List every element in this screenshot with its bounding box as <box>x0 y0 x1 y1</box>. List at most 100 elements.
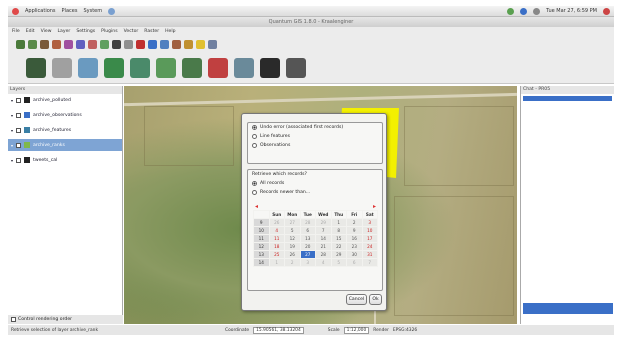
layer-item[interactable]: ▾ archive_polluted <box>8 94 122 106</box>
expand-icon[interactable]: ▾ <box>11 128 13 133</box>
layer-stack-icon[interactable] <box>156 57 176 78</box>
layer-item[interactable]: ▾ archive_ranks <box>8 139 122 151</box>
menu-view[interactable]: View <box>41 29 52 34</box>
calendar-day[interactable]: 18 <box>268 242 285 251</box>
calendar-day[interactable]: 25 <box>268 250 285 259</box>
layer-type-option[interactable]: Line features <box>248 132 382 141</box>
cancel-button[interactable]: Cancel <box>346 294 367 305</box>
expand-icon[interactable]: ▾ <box>11 113 13 118</box>
chat-input[interactable] <box>523 303 613 314</box>
calendar-day[interactable]: 24 <box>361 242 378 251</box>
calendar-day[interactable]: 27 <box>284 218 301 227</box>
next-month-icon[interactable]: ▸ <box>373 203 376 210</box>
calendar-day[interactable]: 28 <box>299 218 316 227</box>
menu-plugins[interactable]: Plugins <box>101 29 117 34</box>
ok-button[interactable]: Ok <box>369 294 382 305</box>
calendar-day[interactable]: 16 <box>346 234 363 243</box>
calendar-day[interactable]: 9 <box>346 226 363 235</box>
expand-icon[interactable]: ▾ <box>11 158 13 163</box>
calendar-day[interactable]: 26 <box>268 218 285 227</box>
calendar-day[interactable]: 22 <box>330 242 347 251</box>
menu-help[interactable]: Help <box>165 29 175 34</box>
calendar-day[interactable]: 3 <box>299 258 316 267</box>
calendar-day[interactable]: 6 <box>299 226 316 235</box>
calendar-day[interactable]: 20 <box>299 242 316 251</box>
menu-edit[interactable]: Edit <box>26 29 35 34</box>
power-icon[interactable] <box>603 7 610 15</box>
layer-item[interactable]: ▾ archive_features <box>8 124 122 136</box>
calendar-day[interactable]: 1 <box>330 218 347 227</box>
layer-type-option[interactable]: Undo error (associated first records) <box>248 123 382 132</box>
menu-layer[interactable]: Layer <box>58 29 71 34</box>
network-icon[interactable] <box>507 7 515 15</box>
calendar-day[interactable]: 5 <box>284 226 301 235</box>
calendar-day[interactable]: 4 <box>268 226 285 235</box>
expand-icon[interactable]: ▾ <box>11 143 13 148</box>
calendar-day[interactable]: 2 <box>284 258 301 267</box>
layer-visibility-checkbox[interactable] <box>16 142 22 148</box>
render-order-toggle[interactable]: Control rendering order <box>8 315 123 324</box>
layer-visibility-checkbox[interactable] <box>16 127 22 133</box>
calendar-day[interactable]: 12 <box>284 234 301 243</box>
crs-status[interactable]: EPSG:4326 <box>393 328 417 333</box>
layer-type-option[interactable]: Observations <box>248 141 382 150</box>
camera-icon[interactable] <box>260 57 280 78</box>
radio-button[interactable] <box>252 143 257 148</box>
cut-icon[interactable] <box>100 39 109 49</box>
calendar-day[interactable]: 14 <box>315 234 332 243</box>
layer-visibility-checkbox[interactable] <box>16 157 22 163</box>
calendar-day[interactable]: 21 <box>315 242 332 251</box>
record-filter-option[interactable]: All records <box>248 179 382 188</box>
launcher-icon[interactable] <box>108 7 116 15</box>
render-order-checkbox[interactable] <box>11 317 16 322</box>
expand-icon[interactable]: ▾ <box>11 98 13 103</box>
menu-file[interactable]: File <box>12 29 20 34</box>
layer-visibility-checkbox[interactable] <box>16 112 22 118</box>
radio-button[interactable] <box>252 181 257 186</box>
calendar-day[interactable]: 27 <box>299 250 316 259</box>
radio-button[interactable] <box>252 125 257 130</box>
calendar-day[interactable]: 30 <box>346 250 363 259</box>
scale-field[interactable]: 1:12,000 <box>343 326 370 334</box>
calendar-day[interactable]: 28 <box>315 250 332 259</box>
tent-icon[interactable] <box>182 57 202 78</box>
add-vector-icon[interactable] <box>16 39 25 49</box>
delete-feature-icon[interactable] <box>88 39 97 49</box>
zoom-out-icon[interactable] <box>136 39 145 49</box>
calendar-day[interactable]: 7 <box>361 258 378 267</box>
terrain-icon[interactable] <box>130 57 150 78</box>
person-icon[interactable] <box>286 57 306 78</box>
calendar-day[interactable]: 5 <box>330 258 347 267</box>
add-feature-icon[interactable] <box>76 39 85 49</box>
node-tool-icon[interactable] <box>64 39 73 49</box>
render-label[interactable]: Render <box>373 328 389 333</box>
monitor-icon[interactable] <box>52 57 72 78</box>
pan-icon[interactable] <box>112 39 121 49</box>
menu-settings[interactable]: Settings <box>76 29 95 34</box>
calendar-day[interactable]: 29 <box>315 218 332 227</box>
calendar-day[interactable]: 26 <box>284 250 301 259</box>
chat-selected-item[interactable] <box>523 96 612 101</box>
edit-icon[interactable] <box>52 39 61 49</box>
calendar-day[interactable]: 7 <box>315 226 332 235</box>
refresh-icon[interactable] <box>208 39 217 49</box>
applications-menu[interactable]: Applications <box>25 8 56 14</box>
add-raster-icon[interactable] <box>28 39 37 49</box>
fork-icon[interactable] <box>234 57 254 78</box>
calendar-day[interactable]: 4 <box>315 258 332 267</box>
zoom-in-icon[interactable] <box>124 39 133 49</box>
form-icon[interactable] <box>78 57 98 78</box>
calendar-day[interactable]: 29 <box>330 250 347 259</box>
volume-icon[interactable] <box>533 7 541 15</box>
layer-visibility-checkbox[interactable] <box>16 97 22 103</box>
calendar-day[interactable]: 31 <box>361 250 378 259</box>
select-icon[interactable] <box>184 39 193 49</box>
digitize-icon[interactable] <box>40 39 49 49</box>
connect-icon[interactable] <box>26 57 46 78</box>
calendar-day[interactable]: 3 <box>361 218 378 227</box>
calendar-day[interactable]: 1 <box>268 258 285 267</box>
calendar-day[interactable]: 15 <box>330 234 347 243</box>
menu-vector[interactable]: Vector <box>124 29 139 34</box>
update-icon[interactable] <box>520 7 528 15</box>
places-menu[interactable]: Places <box>62 8 78 14</box>
